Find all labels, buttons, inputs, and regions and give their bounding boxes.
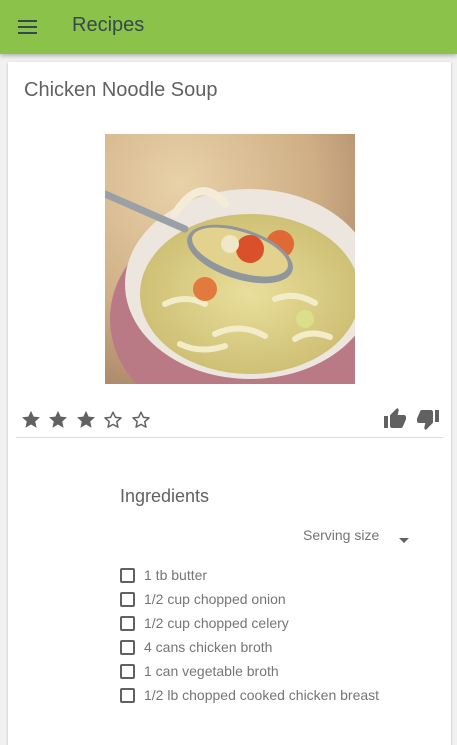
ingredients-heading: Ingredients [120,486,210,506]
thumb-down-icon[interactable] [415,407,441,431]
ingredient-label: 1 can vegetable broth [144,663,279,679]
menu-icon[interactable] [18,19,38,35]
ingredient-checkbox[interactable] [120,687,135,703]
star-icon[interactable] [17,408,45,432]
recipe-title: Chicken Noodle Soup [24,79,218,101]
thumb-up-icon[interactable] [382,407,408,431]
chevron-down-icon[interactable] [399,538,409,543]
recipe-photo [105,134,355,384]
star-icon[interactable] [45,408,73,432]
ingredient-checkbox[interactable] [120,591,135,607]
recipe-card: Chicken Noodle Soup Ingredients Serving … [8,62,451,745]
list-item: 1 tb butter [120,563,440,587]
star-outline-icon[interactable] [127,408,155,432]
list-item: 4 cans chicken broth [120,635,440,659]
list-item: 1/2 lb chopped cooked chicken breast [120,683,440,707]
divider [16,437,443,438]
ingredient-label: 1/2 cup chopped onion [144,591,286,607]
star-outline-icon[interactable] [100,408,128,432]
ingredient-checkbox[interactable] [120,615,135,631]
serving-size-select[interactable]: Serving size [303,527,379,543]
app-bar: Recipes [0,0,457,54]
ingredient-label: 1/2 lb chopped cooked chicken breast [144,687,380,703]
list-item: 1 can vegetable broth [120,659,440,683]
app-title: Recipes [72,14,145,36]
ingredient-checkbox[interactable] [120,639,135,655]
ingredient-label: 1 tb butter [144,567,208,583]
ingredient-label: 4 cans chicken broth [144,639,273,655]
star-icon[interactable] [72,408,100,432]
ingredient-checkbox[interactable] [120,567,135,583]
ingredient-label: 1/2 cup chopped celery [144,615,289,631]
list-item: 1/2 cup chopped celery [120,611,440,635]
ingredient-checkbox[interactable] [120,663,135,679]
ingredient-list: 1 tb butter 1/2 cup chopped onion 1/2 cu… [120,563,440,707]
list-item: 1/2 cup chopped onion [120,587,440,611]
rating-stars [17,408,155,432]
